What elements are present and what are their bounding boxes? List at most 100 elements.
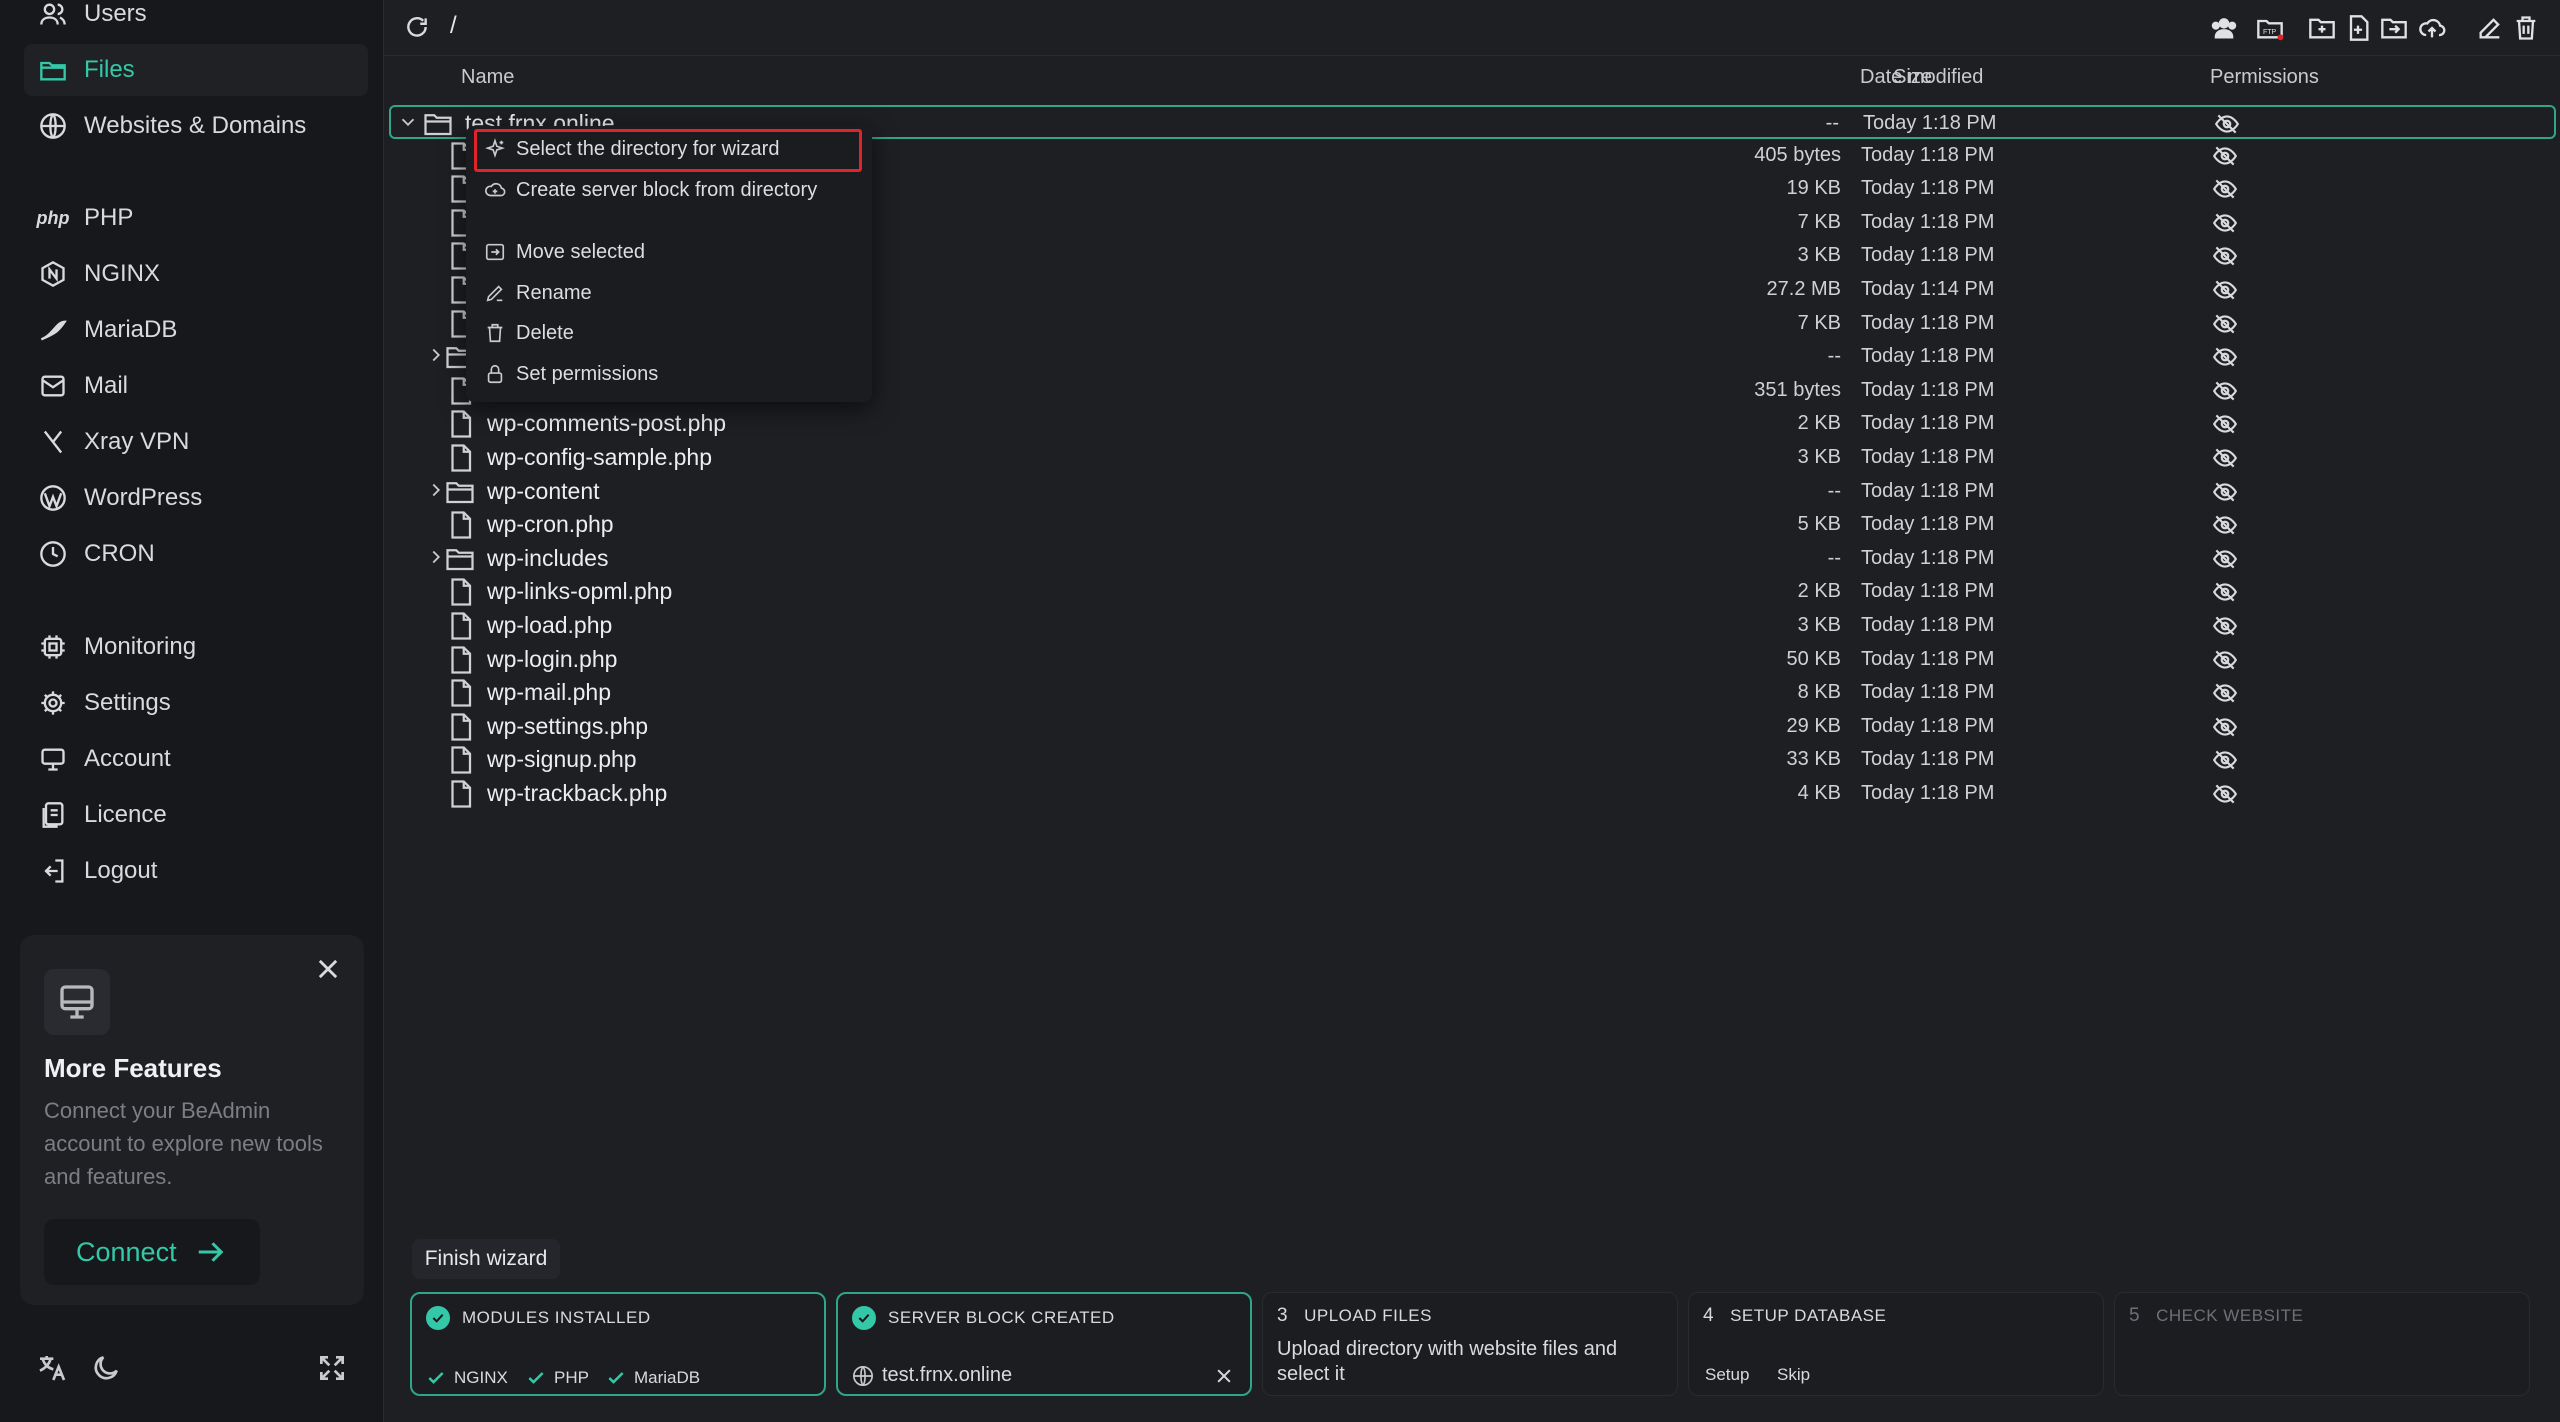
- cloud-icon: [485, 182, 506, 197]
- step-title: SERVER BLOCK CREATED: [888, 1308, 1115, 1327]
- chevron-right-icon[interactable]: [425, 344, 447, 366]
- new-folder-icon[interactable]: [2308, 14, 2336, 42]
- license-icon: [38, 800, 68, 830]
- sidebar-item-mariadb[interactable]: MariaDB: [24, 304, 368, 356]
- eye-off-icon[interactable]: [2212, 143, 2238, 169]
- skip-button[interactable]: Skip: [1777, 1365, 1810, 1385]
- table-row[interactable]: wp-load.php 3 KB Today 1:18 PM: [389, 609, 2556, 643]
- trash-icon[interactable]: [2512, 14, 2540, 42]
- eye-off-icon[interactable]: [2212, 344, 2238, 370]
- chip-icon: [38, 632, 68, 662]
- finish-wizard-button[interactable]: Finish wizard: [412, 1239, 560, 1279]
- column-date[interactable]: Date modified: [1860, 66, 1983, 89]
- table-row[interactable]: wp-content -- Today 1:18 PM: [389, 475, 2556, 509]
- file-icon: [445, 712, 475, 742]
- sidebar-item-wordpress[interactable]: WordPress: [24, 472, 368, 524]
- step-header: 3 UPLOAD FILES: [1277, 1305, 1432, 1327]
- sidebar-item-php[interactable]: php PHP: [24, 192, 368, 244]
- eye-off-icon[interactable]: [2212, 378, 2238, 404]
- table-row[interactable]: wp-config-sample.php 3 KB Today 1:18 PM: [389, 441, 2556, 475]
- users-permissions-icon[interactable]: [2210, 14, 2238, 42]
- chevron-down-icon[interactable]: [397, 111, 419, 133]
- table-row[interactable]: wp-signup.php 33 KB Today 1:18 PM: [389, 743, 2556, 777]
- row-date: Today 1:18 PM: [1861, 244, 1995, 267]
- connect-button[interactable]: Connect: [44, 1219, 260, 1285]
- upload-icon[interactable]: [2418, 14, 2446, 42]
- sidebar-item-nginx[interactable]: NGINX: [24, 248, 368, 300]
- eye-off-icon[interactable]: [2212, 176, 2238, 202]
- menu-item-set-permissions[interactable]: Set permissions: [484, 357, 658, 391]
- menu-item-delete[interactable]: Delete: [484, 316, 574, 350]
- eye-off-icon[interactable]: [2212, 747, 2238, 773]
- table-row[interactable]: wp-settings.php 29 KB Today 1:18 PM: [389, 710, 2556, 744]
- sidebar-item-websites[interactable]: Websites & Domains: [24, 100, 368, 152]
- eye-off-icon[interactable]: [2212, 714, 2238, 740]
- sidebar-item-files[interactable]: Files: [24, 44, 368, 96]
- eye-off-icon[interactable]: [2212, 243, 2238, 269]
- table-row[interactable]: wp-login.php 50 KB Today 1:18 PM: [389, 643, 2556, 677]
- sidebar-item-mail[interactable]: Mail: [24, 360, 368, 412]
- row-name: wp-signup.php: [487, 746, 637, 773]
- column-permissions[interactable]: Permissions: [2210, 66, 2319, 89]
- refresh-icon[interactable]: [404, 14, 430, 40]
- expand-icon[interactable]: [316, 1352, 348, 1384]
- sidebar-item-logout[interactable]: Logout: [24, 845, 368, 897]
- close-icon[interactable]: [314, 955, 342, 983]
- table-row[interactable]: wp-mail.php 8 KB Today 1:18 PM: [389, 676, 2556, 710]
- eye-off-icon[interactable]: [2212, 613, 2238, 639]
- edit-icon[interactable]: [2476, 14, 2504, 42]
- sidebar-item-cron[interactable]: CRON: [24, 528, 368, 580]
- table-row[interactable]: wp-cron.php 5 KB Today 1:18 PM: [389, 508, 2556, 542]
- translate-icon[interactable]: [36, 1352, 68, 1384]
- monitor-icon: [44, 969, 110, 1035]
- row-name: wp-cron.php: [487, 511, 614, 538]
- sidebar-item-users[interactable]: Users: [24, 0, 368, 40]
- new-file-icon[interactable]: [2344, 14, 2372, 42]
- sidebar-item-xray[interactable]: Xray VPN: [24, 416, 368, 468]
- moon-icon[interactable]: [90, 1352, 122, 1384]
- table-row[interactable]: wp-comments-post.php 2 KB Today 1:18 PM: [389, 407, 2556, 441]
- sidebar-item-label: CRON: [84, 540, 155, 567]
- move-to-folder-icon[interactable]: [2380, 14, 2408, 42]
- sidebar-item-licence[interactable]: Licence: [24, 789, 368, 841]
- table-row[interactable]: wp-includes -- Today 1:18 PM: [389, 542, 2556, 576]
- menu-item-move-selected[interactable]: Move selected: [484, 235, 645, 269]
- row-date: Today 1:18 PM: [1861, 412, 1995, 435]
- chevron-right-icon[interactable]: [425, 479, 447, 501]
- eye-off-icon[interactable]: [2212, 445, 2238, 471]
- eye-off-icon[interactable]: [2212, 479, 2238, 505]
- close-icon[interactable]: [1214, 1366, 1234, 1386]
- column-name[interactable]: Name: [461, 66, 514, 89]
- xray-icon: [38, 427, 68, 457]
- eye-off-icon[interactable]: [2212, 546, 2238, 572]
- eye-off-icon[interactable]: [2212, 781, 2238, 807]
- step-number: 5: [2129, 1305, 2141, 1326]
- eye-off-icon[interactable]: [2212, 647, 2238, 673]
- menu-item-rename[interactable]: Rename: [484, 276, 592, 310]
- highlight-box: [474, 129, 862, 172]
- setup-button[interactable]: Setup: [1705, 1365, 1749, 1385]
- ftp-icon[interactable]: FTP: [2256, 14, 2284, 42]
- eye-off-icon[interactable]: [2212, 311, 2238, 337]
- sidebar-item-monitoring[interactable]: Monitoring: [24, 621, 368, 673]
- step-title: MODULES INSTALLED: [462, 1308, 651, 1327]
- eye-off-icon[interactable]: [2212, 277, 2238, 303]
- row-name: wp-load.php: [487, 612, 613, 638]
- eye-off-icon[interactable]: [2212, 579, 2238, 605]
- menu-item-create-server-block[interactable]: Create server block from directory: [484, 173, 817, 207]
- eye-off-icon[interactable]: [2214, 111, 2240, 137]
- row-size: 8 KB: [1797, 681, 1841, 704]
- row-date: Today 1:18 PM: [1861, 681, 1995, 704]
- domain-label: test.frnx.online: [882, 1364, 1013, 1386]
- eye-off-icon[interactable]: [2212, 512, 2238, 538]
- sidebar-item-settings[interactable]: Settings: [24, 677, 368, 729]
- sidebar-item-label: Licence: [84, 801, 167, 828]
- eye-off-icon[interactable]: [2212, 210, 2238, 236]
- table-row[interactable]: wp-links-opml.php 2 KB Today 1:18 PM: [389, 575, 2556, 609]
- table-row[interactable]: wp-trackback.php 4 KB Today 1:18 PM: [389, 777, 2556, 811]
- eye-off-icon[interactable]: [2212, 411, 2238, 437]
- eye-off-icon[interactable]: [2212, 680, 2238, 706]
- sidebar-item-account[interactable]: Account: [24, 733, 368, 785]
- chevron-right-icon[interactable]: [425, 546, 447, 568]
- check-icon: [528, 1372, 544, 1384]
